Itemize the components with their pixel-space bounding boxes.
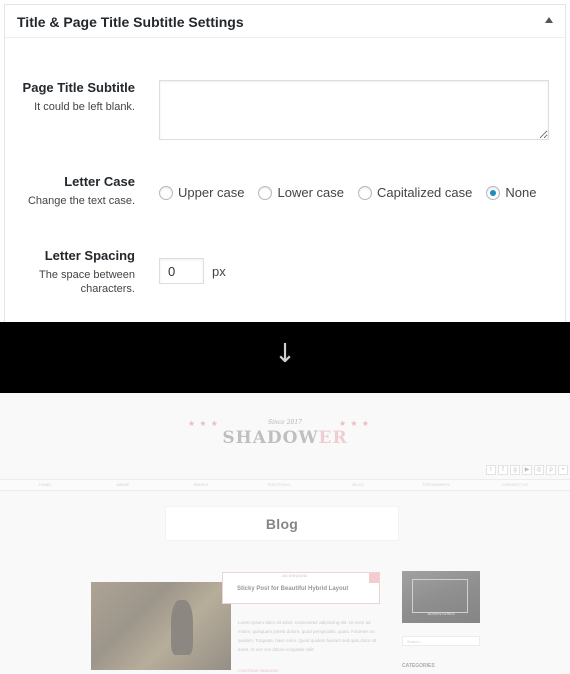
logo-accent: ER — [318, 428, 348, 448]
sidebar-search-input[interactable]: Search... — [402, 636, 480, 646]
letter-spacing-desc-line1: The space between — [38, 269, 135, 281]
panel-header[interactable]: Title & Page Title Subtitle Settings — [5, 5, 565, 38]
separator-band: ↓ — [0, 322, 570, 393]
sticky-corner-badge — [369, 573, 379, 583]
letter-case-label-block: Letter Case Change the text case. — [0, 174, 135, 208]
letter-spacing-description: The space between characters. — [0, 268, 135, 296]
radio-button[interactable] — [159, 185, 173, 200]
radio-label: Capitalized case — [376, 185, 473, 200]
sidebar-image-frame — [412, 579, 468, 613]
rss-icon[interactable]: • — [558, 465, 568, 475]
letter-spacing-desc-line2: characters. — [80, 283, 135, 295]
logo-stars-left-icon: ★ ★ ★ — [188, 419, 219, 428]
logo-tagline: Since 2017 — [268, 419, 302, 426]
letter-spacing-label: Letter Spacing — [44, 248, 135, 263]
logo-stars-right-icon: ★ ★ ★ — [339, 419, 370, 428]
facebook-icon[interactable]: f — [498, 465, 508, 475]
nav-item-single[interactable]: SINGLE — [156, 482, 246, 487]
nav-item-image[interactable]: IMAGE — [78, 482, 168, 487]
pinterest-icon[interactable]: p — [546, 465, 556, 475]
letter-case-label: Letter Case — [64, 174, 135, 189]
site-logo: ★ ★ ★ Since 2017 ★ ★ ★ SHADOWER — [0, 419, 570, 448]
nav-item-blog[interactable]: BLOG — [313, 482, 403, 487]
radio-capitalized-case[interactable]: Capitalized case — [357, 185, 473, 200]
arrow-down-icon: ↓ — [274, 339, 296, 369]
nav-item-portfolio[interactable]: PORTFOLIO — [234, 482, 324, 487]
subtitle-textarea[interactable] — [159, 80, 549, 140]
nav-item-contact[interactable]: CONTACT US — [470, 482, 560, 487]
site-nav: HOME IMAGE SINGLE PORTFOLIO BLOG TYPOGRA… — [0, 479, 570, 491]
radio-none[interactable]: None — [486, 185, 536, 200]
social-icons: t f g ▶ ◎ p • — [484, 465, 568, 475]
post-featured-image[interactable] — [91, 582, 231, 670]
sidebar-image-caption: ADVENTURES — [427, 611, 455, 616]
post-category[interactable]: AN ENNIGMA — [282, 573, 307, 578]
panel-title: Title & Page Title Subtitle Settings — [17, 14, 244, 30]
subtitle-description: It could be left blank. — [34, 101, 135, 113]
instagram-icon[interactable]: ◎ — [534, 465, 544, 475]
continue-reading-link[interactable]: CONTINUE READING — [238, 668, 278, 673]
post-title[interactable]: Sticky Post for Beautiful Hybrid Layout — [237, 586, 348, 592]
collapse-toggle-icon[interactable] — [545, 17, 553, 23]
logo-wordmark: SHADOWER — [0, 428, 570, 448]
letter-spacing-input[interactable] — [159, 258, 204, 284]
subtitle-label: Page Title Subtitle — [22, 80, 135, 95]
sidebar-categories-heading: CATEGORIES — [402, 663, 435, 669]
radio-button[interactable] — [258, 185, 273, 200]
letter-spacing-unit: px — [212, 264, 226, 279]
sidebar-image[interactable]: ADVENTURES — [402, 571, 480, 623]
radio-label: None — [505, 185, 537, 200]
letter-spacing-label-block: Letter Spacing The space between charact… — [0, 248, 135, 296]
nav-item-home[interactable]: HOME — [0, 482, 90, 487]
logo-main: SHADOW — [222, 428, 319, 448]
google-plus-icon[interactable]: g — [510, 465, 520, 475]
page-title-bar: Blog — [165, 506, 399, 541]
twitter-icon[interactable]: t — [486, 465, 496, 475]
monkey-figure — [171, 600, 193, 655]
radio-button-selected[interactable] — [486, 185, 501, 200]
subtitle-label-block: Page Title Subtitle It could be left bla… — [0, 80, 135, 114]
radio-upper-case[interactable]: Upper case — [159, 185, 244, 200]
nav-item-typography[interactable]: TYPOGRAPHY — [391, 482, 481, 487]
radio-label: Lower case — [277, 185, 344, 200]
youtube-icon[interactable]: ▶ — [522, 465, 532, 475]
radio-lower-case[interactable]: Lower case — [258, 185, 344, 200]
radio-label: Upper case — [178, 185, 245, 200]
settings-panel: Title & Page Title Subtitle Settings Pag… — [4, 4, 566, 322]
letter-case-radio-group: Upper case Lower case Capitalized case N… — [159, 185, 550, 200]
letter-case-description: Change the text case. — [27, 195, 135, 207]
site-preview: ★ ★ ★ Since 2017 ★ ★ ★ SHADOWER t f g ▶ … — [0, 393, 570, 674]
post-excerpt: Lorem ipsum dolor sit amet, consectetur … — [238, 620, 377, 652]
radio-button[interactable] — [357, 185, 372, 200]
